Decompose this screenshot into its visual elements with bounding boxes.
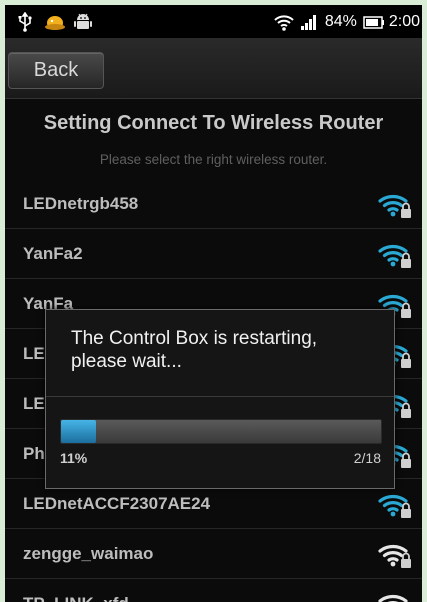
wifi-lock-icon xyxy=(377,240,413,270)
back-button[interactable]: Back xyxy=(8,52,104,89)
battery-percent: 84% xyxy=(324,12,357,30)
battery-icon xyxy=(363,12,384,32)
wifi-lock-icon xyxy=(377,540,413,570)
progress-percent: 11% xyxy=(60,450,88,466)
progress-count: 2/18 xyxy=(353,450,381,466)
progress-bar xyxy=(60,419,382,444)
status-bar: 84% 2:00 xyxy=(5,5,422,38)
network-row[interactable]: YanFa2 xyxy=(5,229,422,279)
network-row[interactable]: TP_LINK_xfd xyxy=(5,579,422,602)
page-subtitle: Please select the right wireless router. xyxy=(99,152,328,167)
signal-icon xyxy=(299,12,319,32)
header-bar: Back xyxy=(5,38,422,99)
network-ssid: LE xyxy=(23,394,45,413)
phone-screen: 84% 2:00 Back Setting Connect To Wireles… xyxy=(5,5,422,602)
dialog-message: The Control Box is restarting, please wa… xyxy=(71,328,318,372)
network-row[interactable]: zengge_waimao xyxy=(5,529,422,579)
usb-icon xyxy=(15,11,35,32)
network-ssid: LEDnetrgb458 xyxy=(23,194,139,213)
clock: 2:00 xyxy=(388,12,420,30)
network-ssid: zengge_waimao xyxy=(23,544,154,563)
network-ssid: YanFa2 xyxy=(23,244,83,263)
network-row[interactable]: LEDnetrgb458 xyxy=(5,179,422,229)
page-title: Setting Connect To Wireless Router xyxy=(43,112,384,134)
network-ssid: Ph xyxy=(23,444,45,463)
network-ssid: LEDnetACCF2307AE24 xyxy=(23,494,211,513)
restart-progress-dialog: The Control Box is restarting, please wa… xyxy=(45,309,395,489)
wifi-icon xyxy=(273,12,294,32)
network-ssid: TP_LINK_xfd xyxy=(23,594,129,602)
wifi-lock-icon xyxy=(377,590,413,602)
dialog-divider xyxy=(46,396,394,397)
network-ssid: LE xyxy=(23,344,45,363)
notification-icon xyxy=(44,12,65,32)
wifi-lock-icon xyxy=(377,490,413,520)
android-icon xyxy=(73,12,93,32)
wifi-lock-icon xyxy=(377,190,413,220)
progress-fill xyxy=(61,420,97,443)
